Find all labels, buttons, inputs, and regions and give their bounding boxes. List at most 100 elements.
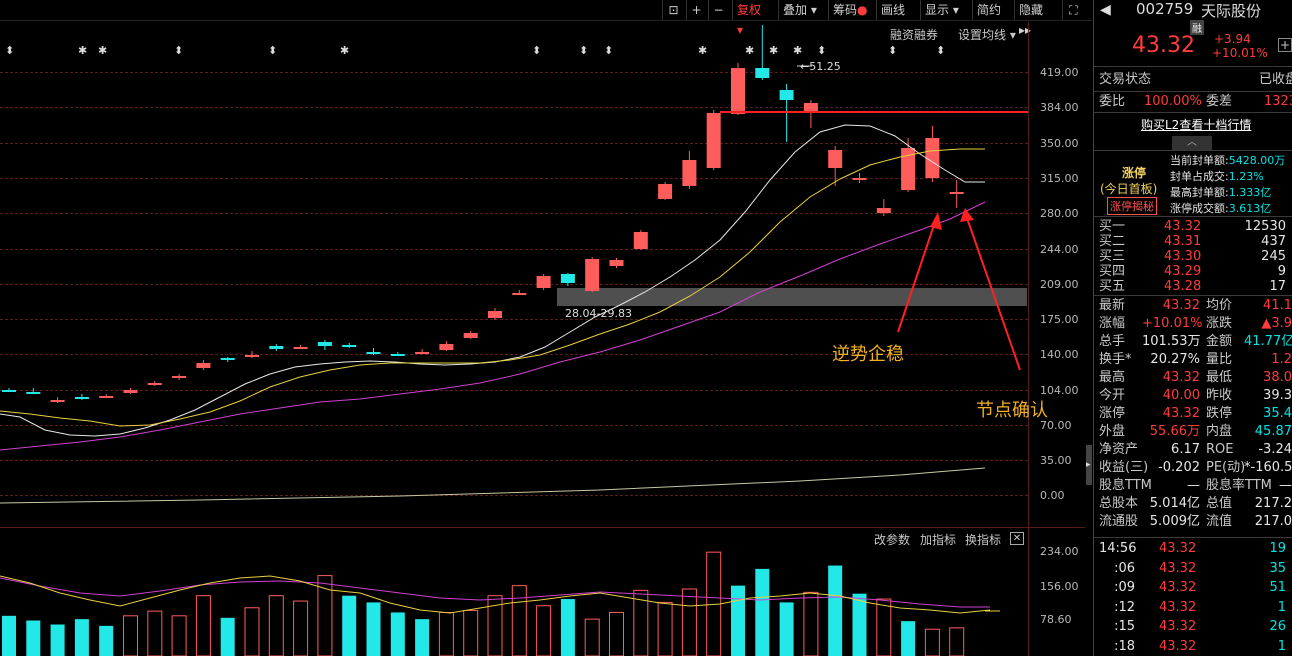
restore-right-dropdown[interactable]: 复权 ▾ [732, 0, 774, 37]
candle[interactable] [901, 138, 916, 192]
hide-button[interactable]: 隐藏 ▸▸ [1014, 0, 1060, 37]
candle[interactable] [220, 357, 235, 362]
candle[interactable] [803, 100, 818, 128]
volume-bar[interactable] [74, 619, 89, 656]
bid-row[interactable]: 买五 43.28 17 [1094, 278, 1292, 296]
candle[interactable] [342, 343, 357, 348]
add-watchlist-button[interactable]: + [1278, 38, 1292, 52]
volume-bar[interactable] [755, 568, 770, 656]
buy-l2-link[interactable]: 购买L2查看十档行情 [1141, 116, 1251, 133]
candle[interactable] [439, 341, 454, 351]
volume-bar[interactable] [609, 611, 624, 656]
candle[interactable] [658, 182, 673, 200]
collapse-icon[interactable]: ︿ [1172, 136, 1212, 150]
volume-bar[interactable] [26, 620, 41, 656]
volume-bar[interactable] [438, 611, 454, 656]
volume-bar[interactable] [268, 595, 284, 656]
volume-bar[interactable] [195, 595, 211, 656]
volume-bar[interactable] [731, 585, 745, 656]
lock-icon[interactable]: ⊡ [662, 0, 684, 20]
zoom-out-button[interactable]: − [708, 0, 728, 20]
fullscreen-icon[interactable]: ⛶ [1062, 0, 1084, 20]
volume-bar[interactable] [2, 615, 16, 656]
candle[interactable] [415, 349, 430, 354]
candle[interactable] [876, 199, 891, 216]
volume-bar[interactable] [876, 598, 892, 656]
volume-bar[interactable] [584, 618, 600, 656]
zoom-in-button[interactable]: + [686, 0, 706, 20]
volume-bar[interactable] [463, 609, 479, 656]
volume-bar[interactable] [147, 610, 163, 656]
overlay-dropdown[interactable]: 叠加 ▾ [778, 0, 824, 20]
candle[interactable] [172, 374, 187, 380]
display-dropdown[interactable]: 显示 ▾ [920, 0, 968, 20]
volume-bar[interactable] [924, 628, 940, 656]
candle[interactable] [317, 340, 332, 350]
volume-bar[interactable] [293, 600, 309, 656]
candle[interactable] [390, 352, 405, 356]
volume-bar[interactable] [415, 619, 430, 656]
volume-bar[interactable] [50, 624, 65, 656]
volume-bar[interactable] [99, 625, 114, 656]
candle[interactable] [949, 180, 964, 208]
volume-bar[interactable] [828, 565, 843, 656]
candle[interactable] [366, 348, 381, 355]
chips-button[interactable]: 筹码● [828, 0, 872, 20]
candle[interactable] [74, 394, 89, 400]
candle[interactable] [536, 274, 551, 290]
simple-button[interactable]: 简约 [972, 0, 1012, 20]
candle[interactable] [245, 351, 259, 358]
candle[interactable] [560, 273, 575, 286]
draw-line-button[interactable]: 画线 [876, 0, 914, 20]
change-params-button[interactable]: 改参数 [874, 531, 910, 548]
candle[interactable] [682, 151, 697, 189]
volume-bar[interactable] [244, 607, 260, 656]
switch-indicator-button[interactable]: 换指标 [965, 531, 1001, 548]
candle[interactable] [609, 258, 624, 268]
limit-reveal-button[interactable]: 涨停揭秘 [1107, 197, 1157, 215]
volume-bar[interactable] [123, 615, 138, 656]
candle[interactable] [925, 126, 940, 182]
volume-bar[interactable] [220, 617, 235, 656]
volume-bar[interactable] [536, 605, 552, 656]
candle[interactable] [269, 344, 284, 351]
volume-bar[interactable] [803, 591, 819, 656]
candle[interactable] [293, 345, 308, 349]
candle[interactable] [123, 388, 138, 394]
add-indicator-button[interactable]: 加指标 [920, 531, 956, 548]
volume-bar[interactable] [366, 602, 381, 656]
volume-bar[interactable] [390, 612, 405, 656]
candle[interactable] [2, 388, 16, 392]
candle[interactable] [633, 230, 648, 250]
candle[interactable] [512, 290, 527, 295]
candle[interactable] [731, 63, 745, 115]
volume-bar[interactable] [681, 588, 697, 656]
candle[interactable] [488, 308, 502, 320]
close-icon[interactable]: ✕ [1010, 532, 1024, 545]
candle[interactable] [463, 331, 478, 339]
volume-bar[interactable] [779, 602, 794, 656]
volume-bar[interactable] [560, 599, 575, 656]
volume-bar[interactable] [852, 593, 867, 656]
back-icon[interactable]: ◀ [1100, 2, 1111, 18]
volume-bar[interactable] [511, 585, 527, 656]
candle[interactable] [585, 257, 600, 292]
candle[interactable] [755, 25, 770, 80]
candle[interactable] [828, 146, 843, 186]
volume-bar[interactable] [949, 627, 965, 656]
volume-bar[interactable] [317, 575, 333, 656]
candle[interactable] [147, 381, 162, 386]
volume-bar[interactable] [171, 615, 187, 656]
volume-chart[interactable] [0, 548, 1028, 656]
candle[interactable] [50, 397, 65, 403]
candle[interactable] [196, 360, 211, 370]
volume-bar[interactable] [901, 621, 916, 656]
candle[interactable] [26, 388, 41, 394]
candle[interactable] [706, 110, 721, 170]
candle[interactable] [852, 173, 867, 183]
volume-bar[interactable] [342, 595, 357, 656]
volume-bar[interactable] [657, 601, 673, 656]
candle[interactable] [99, 394, 114, 398]
panel-collapse-handle[interactable]: ▸ [1086, 445, 1092, 485]
candlestick-chart[interactable] [0, 22, 1028, 527]
